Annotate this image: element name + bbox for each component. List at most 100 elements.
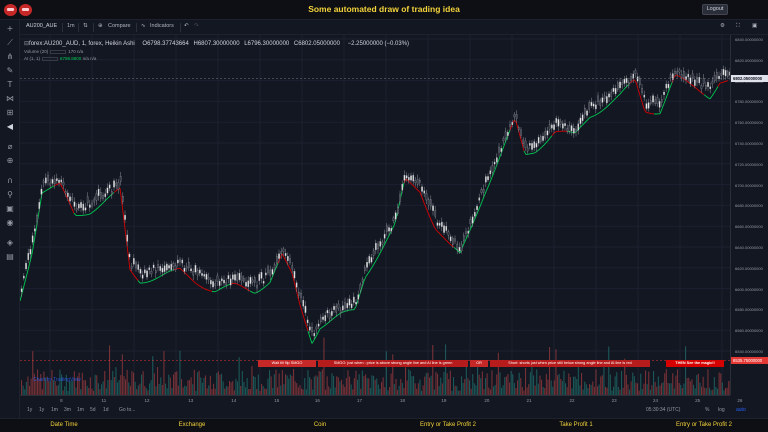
percent-toggle[interactable]: % bbox=[705, 407, 709, 413]
current-price-label: 6802.05000000 bbox=[731, 75, 768, 82]
price-axis[interactable]: 6840.000000006820.000000006800.000000006… bbox=[730, 35, 768, 395]
price-tick: 6760.00000000 bbox=[735, 120, 763, 126]
range-1m-alt[interactable]: 1m bbox=[77, 407, 84, 413]
time-tick: 13 bbox=[188, 398, 194, 403]
fullscreen-icon[interactable]: ⛶ bbox=[736, 23, 740, 30]
time-tick: 22 bbox=[569, 398, 575, 403]
price-tick: 6640.00000000 bbox=[735, 245, 763, 250]
magnet-icon[interactable]: ∩ bbox=[5, 176, 15, 186]
price-tick: 6700.00000000 bbox=[735, 182, 763, 188]
symbol-search[interactable]: AU200_AUE bbox=[26, 23, 57, 29]
app-window: Some automated draw of trading idea Logo… bbox=[0, 0, 768, 432]
goto-button[interactable]: Go to... bbox=[119, 407, 135, 413]
price-tick: 6580.00000000 bbox=[735, 307, 763, 313]
ruler-icon[interactable]: ⌀ bbox=[5, 142, 15, 152]
brush-icon[interactable]: ✎ bbox=[5, 66, 15, 76]
auto-toggle[interactable]: auto bbox=[736, 407, 746, 413]
time-tick: 16 bbox=[314, 398, 320, 403]
redo-icon[interactable]: ↷ bbox=[194, 23, 199, 29]
time-tick: 17 bbox=[356, 398, 362, 403]
eye-icon[interactable]: ◉ bbox=[5, 218, 15, 228]
pitchfork-icon[interactable]: ⋔ bbox=[5, 52, 15, 62]
arrow-left-icon[interactable]: ◀ bbox=[5, 122, 15, 132]
range-1y[interactable]: 1y bbox=[27, 407, 32, 413]
time-tick: 24 bbox=[653, 398, 659, 403]
price-tick: 6660.00000000 bbox=[735, 224, 763, 230]
undo-icon[interactable]: ↶ bbox=[184, 23, 189, 29]
time-tick: 25 bbox=[695, 398, 701, 403]
volume-values: 170 n/a bbox=[68, 49, 84, 54]
snapshot-icon[interactable]: ▣ bbox=[752, 23, 757, 29]
menu-take-profit-1[interactable]: Take Profit 1 bbox=[559, 422, 592, 428]
price-tick: 6740.00000000 bbox=[735, 141, 763, 146]
text-tool-icon[interactable]: T bbox=[5, 80, 15, 90]
clock: 05:30:34 (UTC) bbox=[646, 407, 681, 413]
ohlc-high: H6807.30000000 bbox=[193, 41, 240, 47]
annotation-2: SMGO: just when : price is above strong … bbox=[318, 360, 468, 367]
lock-drawing-icon[interactable]: ⚲ bbox=[5, 190, 15, 200]
log-toggle[interactable]: log bbox=[718, 407, 725, 413]
compare-button[interactable]: Compare bbox=[108, 23, 131, 29]
indicators-icon: ∿ bbox=[141, 23, 146, 29]
lock-icon[interactable]: ▣ bbox=[5, 204, 15, 214]
interval-select[interactable]: 1m bbox=[67, 23, 75, 29]
trash-icon[interactable]: ▤ bbox=[5, 252, 15, 262]
ohlc-close: C6802.05000000 bbox=[293, 41, 340, 47]
annotation-3: OR bbox=[470, 360, 488, 367]
pattern-icon[interactable]: ⋈ bbox=[5, 94, 15, 104]
menu-entry-tp2[interactable]: Entry or Take Profit 2 bbox=[420, 422, 476, 428]
zoom-icon[interactable]: ⊕ bbox=[5, 156, 15, 166]
range-3m[interactable]: 3m bbox=[64, 407, 71, 413]
ai-value: 6798.8800 bbox=[60, 56, 82, 61]
chart-style-icon[interactable]: ⇅ bbox=[83, 23, 88, 29]
price-tick: 6600.00000000 bbox=[735, 286, 763, 292]
logout-button[interactable]: Logout bbox=[702, 4, 728, 15]
ohlc-change: −2.25000000 (−0.03%) bbox=[347, 41, 410, 47]
top-bar: Some automated draw of trading idea Logo… bbox=[0, 0, 768, 20]
tradingview-watermark[interactable]: Chart by TradingView bbox=[33, 377, 81, 383]
bottom-menu: Date Time Exchange Coin Entry or Take Pr… bbox=[0, 418, 768, 432]
ai-legend[interactable]: AI (1, 1) 6798.8800 n/a n/a bbox=[24, 56, 96, 61]
time-tick: 11 bbox=[101, 398, 107, 403]
menu-date-time[interactable]: Date Time bbox=[50, 422, 77, 428]
volume-legend[interactable]: Volume (20) 170 n/a bbox=[24, 49, 83, 54]
annotation-4: Short: shorts just when price still belo… bbox=[490, 360, 650, 367]
indicators-button[interactable]: Indicators bbox=[150, 23, 174, 29]
annotation-5: THEN See the magic!! bbox=[666, 360, 724, 367]
chart-toolbar: AU200_AUE 1m ⇅ ⊕ Compare ∿ Indicators ↶ … bbox=[20, 20, 768, 35]
time-tick: 8 bbox=[60, 398, 63, 403]
range-1m[interactable]: 1m bbox=[51, 407, 58, 413]
drawing-toolbar: + ⟋ ⋔ ✎ T ⋈ ⊞ ◀ ⌀ ⊕ ∩ ⚲ ▣ ◉ ◈ ▤ bbox=[0, 20, 20, 432]
range-1y-alt[interactable]: 1y bbox=[39, 407, 44, 413]
time-tick: 21 bbox=[526, 398, 532, 403]
layers-icon[interactable]: ◈ bbox=[5, 238, 15, 248]
series-title[interactable]: forex:AU200_AUD, 1, forex, Heikin Ashi bbox=[29, 41, 135, 47]
settings-icon[interactable]: ⚙ bbox=[720, 23, 725, 29]
range-5d[interactable]: 5d bbox=[90, 407, 96, 413]
compare-icon: ⊕ bbox=[98, 23, 103, 29]
time-tick: 26 bbox=[737, 398, 743, 403]
range-1d[interactable]: 1d bbox=[103, 407, 109, 413]
menu-exchange[interactable]: Exchange bbox=[179, 422, 206, 428]
prediction-icon[interactable]: ⊞ bbox=[5, 108, 15, 118]
price-tick: 6680.00000000 bbox=[735, 203, 763, 209]
ohlc-open: O6798.37743664 bbox=[142, 41, 189, 47]
price-tick: 6780.00000000 bbox=[735, 99, 763, 105]
time-tick: 23 bbox=[611, 398, 617, 403]
menu-coin[interactable]: Coin bbox=[314, 422, 326, 428]
app-title: Some automated draw of trading idea bbox=[308, 4, 460, 14]
price-tick: 6720.00000000 bbox=[735, 161, 763, 167]
menu-entry-tp2-b[interactable]: Entry or Take Profit 2 bbox=[676, 422, 732, 428]
time-tick: 20 bbox=[484, 398, 490, 403]
crosshair-icon[interactable]: + bbox=[5, 24, 15, 34]
range-bar: 1y 1y 1m 3m 1m 5d 1d Go to... 05:30:34 (… bbox=[20, 405, 768, 416]
time-tick: 19 bbox=[441, 398, 447, 403]
time-axis[interactable]: 8 11 12 13 14 15 16 17 18 19 20 21 22 23 24 25 26 bbox=[20, 395, 742, 405]
price-tick: 6620.00000000 bbox=[735, 265, 763, 271]
marker-price-label: 6535.75000000 bbox=[731, 357, 768, 364]
ohlc-low: L6796.30000000 bbox=[244, 41, 290, 47]
price-chart[interactable] bbox=[20, 35, 730, 395]
price-tick: 6560.00000000 bbox=[735, 328, 763, 334]
ai-extra: n/a n/a bbox=[82, 56, 97, 61]
trend-line-icon[interactable]: ⟋ bbox=[5, 38, 15, 48]
